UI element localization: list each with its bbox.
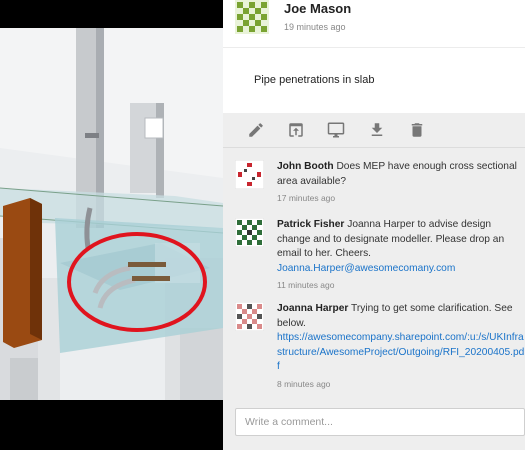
comment-document-link[interactable]: https://awesomecompany.sharepoint.com/:u… bbox=[277, 332, 524, 372]
comment-author[interactable]: Patrick Fisher bbox=[277, 219, 344, 230]
comment-author[interactable]: Joanna Harper bbox=[277, 303, 348, 314]
comment-body: John Booth Does MEP have enough cross se… bbox=[277, 160, 525, 204]
divider bbox=[223, 147, 525, 148]
post-timestamp: 19 minutes ago bbox=[284, 22, 346, 32]
commenter-avatar bbox=[234, 301, 265, 332]
download-icon[interactable] bbox=[368, 121, 386, 139]
comment-timestamp: 11 minutes ago bbox=[277, 280, 335, 290]
commenter-avatar bbox=[234, 217, 265, 248]
comment-author[interactable]: John Booth bbox=[277, 161, 334, 172]
model-viewport[interactable] bbox=[0, 0, 223, 450]
share-upload-icon[interactable] bbox=[287, 121, 305, 139]
comment-timestamp: 17 minutes ago bbox=[277, 193, 336, 203]
monitor-icon[interactable] bbox=[327, 121, 345, 139]
comments-panel: Joe Mason 19 minutes ago Pipe penetratio… bbox=[223, 0, 525, 450]
comment-input[interactable] bbox=[235, 408, 525, 436]
model-render bbox=[0, 28, 223, 400]
post-toolbar bbox=[223, 113, 525, 145]
edit-icon[interactable] bbox=[247, 121, 265, 139]
post-header: Joe Mason 19 minutes ago bbox=[223, 0, 525, 47]
post-author-name: Joe Mason bbox=[284, 1, 352, 16]
comment-timestamp: 8 minutes ago bbox=[277, 378, 331, 389]
model-scene[interactable] bbox=[0, 28, 223, 400]
comment-body: Patrick Fisher Joanna Harper to advise d… bbox=[277, 218, 525, 291]
post-body: Pipe penetrations in slab bbox=[223, 47, 525, 113]
comment-email-link[interactable]: Joanna.Harper@awesomecomany.com bbox=[277, 263, 455, 274]
author-avatar bbox=[235, 0, 269, 34]
comment-body: Joanna Harper Trying to get some clarifi… bbox=[277, 302, 525, 390]
post-text: Pipe penetrations in slab bbox=[254, 74, 375, 86]
delete-icon[interactable] bbox=[408, 121, 426, 139]
commenter-avatar bbox=[234, 159, 265, 190]
